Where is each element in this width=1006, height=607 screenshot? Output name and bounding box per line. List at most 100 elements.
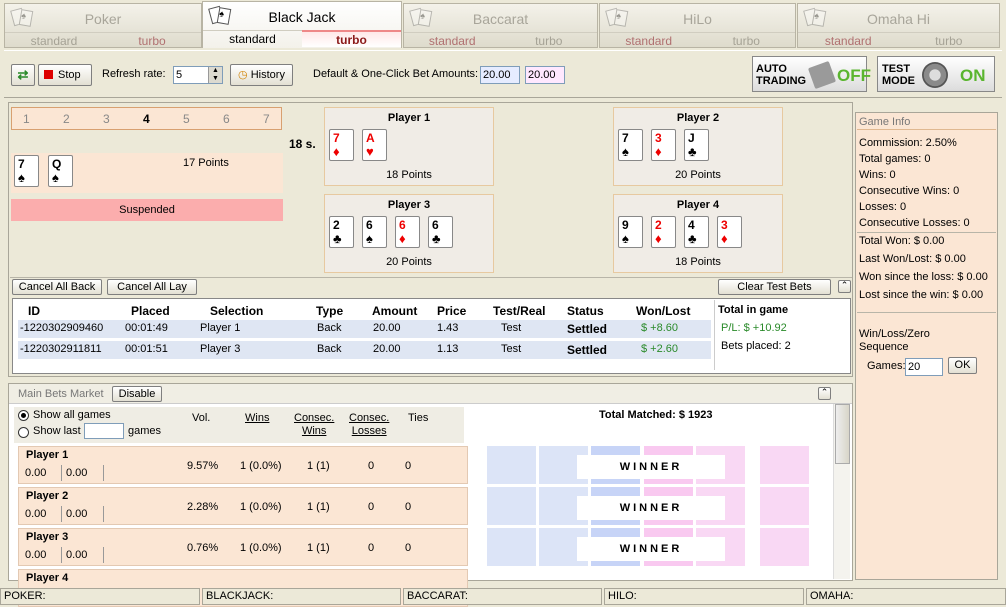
player-name: Player 3 [387, 199, 431, 211]
info-stat: Consecutive Losses: 0 [859, 217, 970, 229]
test-mode-toggle[interactable]: TEST MODE ON [877, 56, 995, 92]
bets-header: Won/Lost [636, 304, 691, 318]
back-price[interactable]: 0.00 [25, 467, 46, 479]
lay-price[interactable]: 0.00 [66, 508, 87, 520]
spinner-icon[interactable]: ▲ ▼ [208, 67, 222, 83]
info-stat: Wins: 0 [859, 169, 896, 181]
back-price[interactable]: 0.00 [25, 549, 46, 561]
tab-poker[interactable]: ♠ Poker standard turbo [4, 3, 202, 48]
round-2[interactable]: 2 [63, 112, 70, 126]
volume: 9.57% [187, 460, 219, 472]
bet-cell: 1.43 [437, 322, 459, 334]
ok-button[interactable]: OK [948, 357, 977, 374]
round-3[interactable]: 3 [103, 112, 110, 126]
default-bet-input[interactable]: 20.00 [480, 66, 520, 84]
lay-price[interactable]: 0.00 [66, 549, 87, 561]
status-bar-suspended: Suspended [11, 199, 283, 221]
bet-cell: -1220302909460 [20, 322, 104, 334]
bet-cell: Back [317, 343, 342, 355]
auto-trading-toggle[interactable]: AUTO TRADING OFF [752, 56, 871, 92]
col-wins[interactable]: Wins [245, 412, 269, 424]
back-price[interactable]: 0.00 [25, 508, 46, 520]
playing-card: 3 ♦ [651, 129, 676, 161]
round-6[interactable]: 6 [223, 112, 230, 126]
tab-standard[interactable]: standard [203, 30, 302, 47]
tab-title: Omaha Hi [866, 11, 931, 27]
col-consec-wins[interactable]: Consec. Wins [294, 412, 334, 438]
tab-turbo[interactable]: turbo [500, 32, 597, 49]
tab-standard[interactable]: standard [404, 32, 501, 49]
info-stat: Total Won: $ 0.00 [859, 235, 945, 247]
bet-cell: 00:01:49 [125, 322, 168, 334]
tab-hilo[interactable]: ♠ HiLo standard turbo [599, 3, 796, 48]
show-last-games-input[interactable] [84, 423, 124, 439]
clear-test-bets-button[interactable]: Clear Test Bets [718, 279, 831, 295]
col-vol: Vol. [192, 412, 211, 424]
collapse-bets-icon[interactable]: ⌃ [838, 280, 851, 293]
round-7[interactable]: 7 [263, 112, 270, 126]
bet-cell: Back [317, 322, 342, 334]
back-cell[interactable] [487, 528, 537, 566]
tab-turbo[interactable]: turbo [302, 30, 401, 47]
ties: 0 [405, 542, 412, 554]
bet-cell: Settled [567, 343, 608, 357]
stop-icon [44, 70, 53, 79]
lay-cell[interactable] [760, 446, 810, 484]
playing-card: A ♥ [362, 129, 387, 161]
col-consec-losses[interactable]: Consec. Losses [349, 412, 389, 438]
bet-cell: 20.00 [373, 322, 401, 334]
collapse-market-icon[interactable]: ⌃ [818, 387, 831, 400]
back-cell[interactable] [487, 446, 537, 484]
show-all-radio[interactable] [18, 410, 29, 421]
clock-icon: ◷ [238, 69, 248, 81]
market-scrollbar[interactable] [833, 404, 850, 579]
round-4[interactable]: 4 [143, 112, 150, 126]
history-button[interactable]: ◷ History [230, 64, 293, 86]
refresh-button[interactable]: ⇄ [11, 64, 35, 86]
bets-header: Amount [372, 304, 418, 318]
tab-standard[interactable]: standard [5, 32, 103, 49]
playing-card: 4 ♣ [684, 216, 709, 248]
playing-card: 6 ♦ [395, 216, 420, 248]
lay-price[interactable]: 0.00 [66, 467, 87, 479]
sequence-games-input[interactable]: 20 [905, 358, 943, 376]
cancel-all-lay-button[interactable]: Cancel All Lay [107, 279, 197, 295]
stop-button[interactable]: Stop [38, 64, 92, 86]
player-points: 18 Points [675, 256, 721, 268]
tab-standard[interactable]: standard [600, 32, 698, 49]
cancel-all-back-button[interactable]: Cancel All Back [12, 279, 102, 295]
playing-card: 9 ♠ [618, 216, 643, 248]
tab-turbo[interactable]: turbo [103, 32, 201, 49]
refresh-rate-label: Refresh rate: [102, 68, 166, 80]
tab-black-jack[interactable]: ♠ Black Jack standard turbo [202, 1, 402, 48]
tab-omaha-hi[interactable]: ♠ Omaha Hi standard turbo [797, 3, 1000, 48]
bets-header: Price [437, 304, 467, 318]
info-stat: Lost since the win: $ 0.00 [859, 289, 984, 301]
bet-cell: -1220302911811 [20, 343, 102, 355]
round-1[interactable]: 1 [23, 112, 30, 126]
winner-label: WINNER [577, 496, 725, 520]
one-click-bet-input[interactable]: 20.00 [525, 66, 565, 84]
tab-turbo[interactable]: turbo [898, 32, 999, 49]
bet-cell: Settled [567, 322, 608, 336]
tab-baccarat[interactable]: ♠ Baccarat standard turbo [403, 3, 598, 48]
show-last-radio[interactable] [18, 427, 29, 438]
round-5[interactable]: 5 [183, 112, 190, 126]
tab-turbo[interactable]: turbo [697, 32, 795, 49]
selection-name: Player 1 [26, 449, 69, 461]
bets-header: Selection [210, 304, 264, 318]
lay-cell[interactable] [760, 528, 810, 566]
refresh-rate-input[interactable]: 5 ▲ ▼ [173, 66, 223, 84]
playing-card: 7 ♠ [618, 129, 643, 161]
wins: 1 (0.0%) [240, 501, 282, 513]
playing-card: J ♣ [684, 129, 709, 161]
tab-standard[interactable]: standard [798, 32, 899, 49]
info-stat: Losses: 0 [859, 201, 907, 213]
disable-market-button[interactable]: Disable [112, 386, 162, 402]
ties: 0 [405, 460, 412, 472]
consec-wins: 1 (1) [307, 460, 330, 472]
player-points: 20 Points [386, 256, 432, 268]
back-cell[interactable] [487, 487, 537, 525]
info-stat: Commission: 2.50% [859, 137, 957, 149]
lay-cell[interactable] [760, 487, 810, 525]
